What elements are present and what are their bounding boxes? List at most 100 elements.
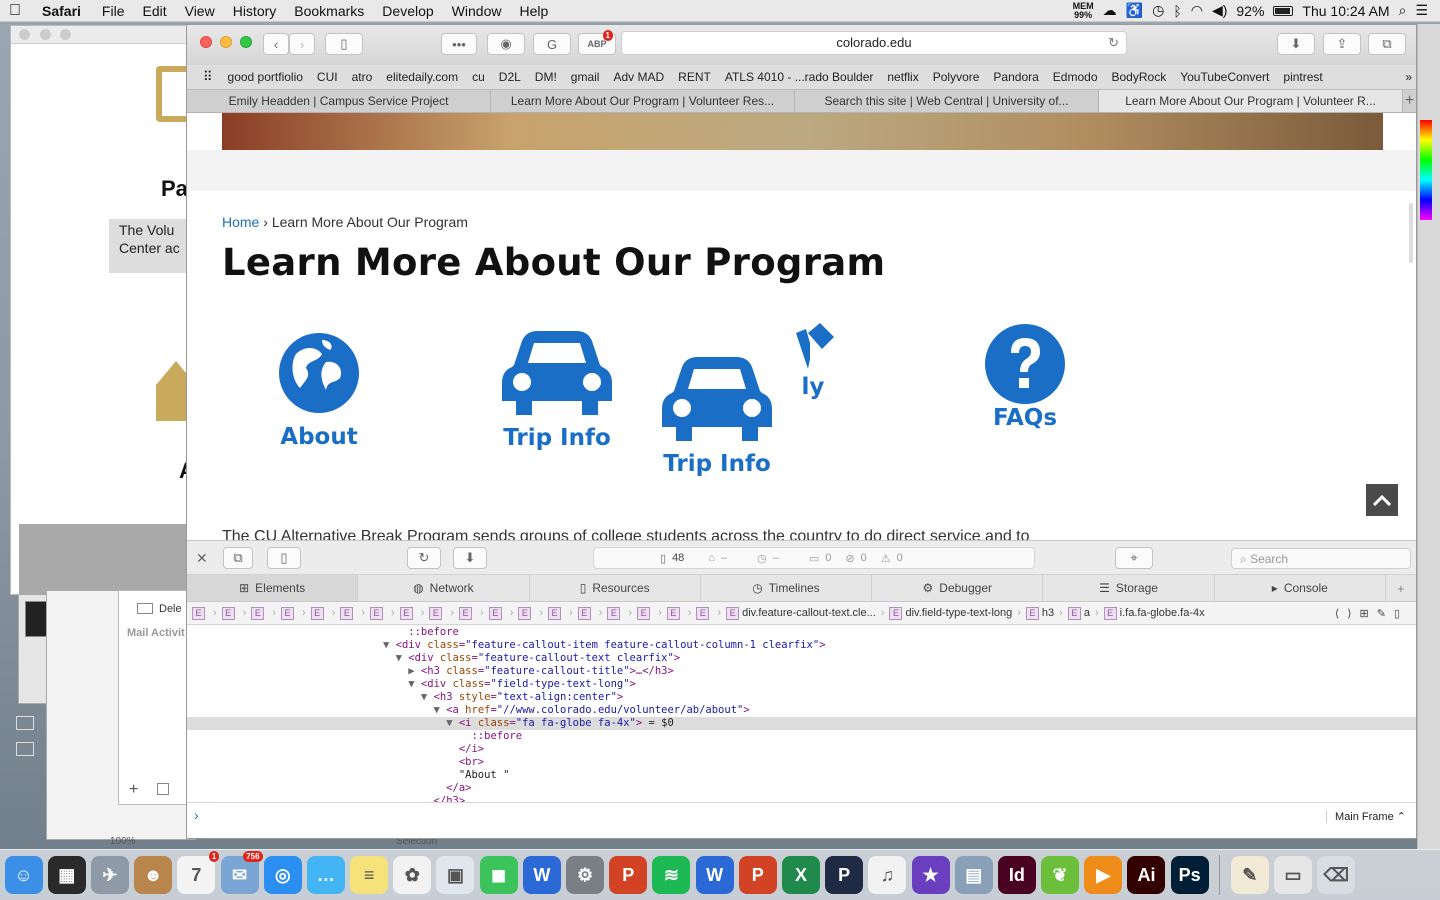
element-crumb-icon[interactable]: E bbox=[488, 606, 502, 620]
dropdown-icon[interactable] bbox=[157, 783, 169, 795]
textedit-icon[interactable]: ✎ bbox=[1230, 856, 1269, 894]
downloads-button[interactable]: ⬇ bbox=[1277, 33, 1315, 55]
wifi-icon[interactable]: ◠ bbox=[1191, 2, 1203, 19]
devtools-tab-network[interactable]: ◍ Network bbox=[358, 575, 530, 601]
menu-help[interactable]: Help bbox=[510, 3, 557, 19]
finder-icon[interactable]: ☺ bbox=[4, 856, 43, 894]
disclosure-triangle-icon[interactable]: ▼ bbox=[408, 678, 421, 690]
share-button[interactable]: ⇪ bbox=[1323, 33, 1361, 55]
favorite-link[interactable]: elitedaily.com bbox=[379, 70, 465, 84]
favorite-link[interactable]: DM! bbox=[528, 70, 564, 84]
apple-menu-icon[interactable]:  bbox=[0, 2, 30, 20]
element-crumb-icon[interactable]: E bbox=[310, 606, 324, 620]
calendar-icon[interactable]: 71 bbox=[177, 851, 220, 894]
favorite-link[interactable]: cu bbox=[465, 70, 492, 84]
console-prompt[interactable]: › Main Frame ⌃ bbox=[187, 802, 1416, 829]
devtools-tab-elements[interactable]: ⊞ Elements bbox=[187, 575, 359, 601]
side-tool-icon[interactable] bbox=[16, 716, 34, 730]
activity-viewer[interactable]: ▯ 48 ⌂ – ◷ – ▭ 0 ⊘ 0 ⚠ 0 bbox=[593, 547, 1035, 569]
element-crumb-icon[interactable]: E bbox=[370, 606, 384, 620]
memory-indicator[interactable]: MEM 99% bbox=[1073, 1, 1094, 20]
browser-tab[interactable]: Learn More About Our Program | Volunteer… bbox=[491, 90, 795, 112]
contacts-icon[interactable]: ☻ bbox=[134, 856, 173, 894]
system-preferences-icon[interactable]: ⚙ bbox=[566, 856, 605, 894]
dom-node[interactable]: ▼ <h3 style="text-align:center"> bbox=[187, 691, 1416, 704]
element-crumb-icon[interactable]: E bbox=[696, 606, 710, 620]
favorite-link[interactable]: YouTubeConvert bbox=[1173, 70, 1276, 84]
dom-node[interactable]: </i> bbox=[187, 743, 1416, 756]
back-button[interactable]: ‹ bbox=[263, 33, 289, 55]
photoshop-icon[interactable]: Ps bbox=[1170, 856, 1209, 894]
reload-icon[interactable]: ↻ bbox=[1108, 32, 1119, 54]
dom-node[interactable]: ▶ <h3 class="feature-callout-title">…</h… bbox=[187, 665, 1416, 678]
crumb-tools[interactable]: ⟨⟩⊞✎▯ bbox=[1335, 607, 1416, 620]
devtools-tab-debugger[interactable]: ⚙ Debugger bbox=[872, 575, 1044, 601]
inspect-element-button[interactable]: ⌖ bbox=[1115, 547, 1153, 569]
address-bar[interactable]: colorado.edu ↻ bbox=[621, 31, 1127, 55]
spotlight-icon[interactable]: ⌕ bbox=[1399, 2, 1407, 19]
menu-file[interactable]: File bbox=[93, 3, 134, 19]
menu-bookmarks[interactable]: Bookmarks bbox=[285, 3, 373, 19]
dom-crumb[interactable]: i.fa.fa-globe.fa-4x bbox=[1120, 607, 1205, 619]
new-tab-button[interactable]: + bbox=[1403, 90, 1416, 112]
creative-cloud-icon[interactable]: ☁ bbox=[1103, 2, 1117, 19]
dom-node[interactable]: ▼ <div class="feature-callout-item featu… bbox=[187, 639, 1416, 652]
add-tab-button[interactable]: + bbox=[1386, 575, 1416, 601]
tabs-overview-button[interactable]: ⧉ bbox=[1368, 33, 1406, 55]
callout-faqs[interactable]: FAQs bbox=[975, 323, 1075, 431]
excel-icon[interactable]: X bbox=[781, 856, 820, 894]
illustrator-icon[interactable]: Ai bbox=[1127, 856, 1166, 894]
disclosure-triangle-icon[interactable]: ▼ bbox=[421, 691, 434, 703]
close-devtools-icon[interactable]: ✕ bbox=[196, 550, 208, 567]
disclosure-triangle-icon[interactable]: ▼ bbox=[383, 639, 396, 651]
dom-node[interactable]: ▼ <a href="//www.colorado.edu/volunteer/… bbox=[187, 704, 1416, 717]
dom-crumb[interactable]: div.field-type-text-long bbox=[905, 607, 1012, 619]
launchpad-icon[interactable]: ✈ bbox=[90, 856, 129, 894]
vlc-icon[interactable]: ▶ bbox=[1084, 856, 1123, 894]
element-crumb-icon[interactable]: E bbox=[251, 606, 265, 620]
element-crumb-icon[interactable]: E bbox=[607, 606, 621, 620]
dom-node[interactable]: </a> bbox=[187, 782, 1416, 795]
menu-view[interactable]: View bbox=[176, 3, 224, 19]
favorite-link[interactable]: netflix bbox=[880, 70, 925, 84]
element-crumb-icon[interactable]: E bbox=[459, 606, 473, 620]
side-tool-icon-2[interactable] bbox=[16, 742, 34, 756]
minimize-window-button[interactable] bbox=[220, 36, 232, 48]
browser-tab[interactable]: Learn More About Our Program | Volunteer… bbox=[1099, 90, 1403, 112]
element-crumb-icon[interactable]: E bbox=[399, 606, 413, 620]
spotify-icon[interactable]: ≋ bbox=[652, 856, 691, 894]
image-capture-icon[interactable]: ▤ bbox=[954, 856, 993, 894]
imovie-icon[interactable]: ★ bbox=[911, 856, 950, 894]
disclosure-triangle-icon[interactable]: ▼ bbox=[446, 717, 459, 729]
forward-button[interactable]: › bbox=[289, 33, 315, 55]
itunes-icon[interactable]: ♫ bbox=[868, 856, 907, 894]
favorites-overflow-icon[interactable]: » bbox=[1398, 70, 1416, 84]
download-archive-button[interactable]: ⬇ bbox=[453, 547, 487, 569]
grammarly-extension-icon[interactable]: G bbox=[533, 33, 571, 55]
messages-icon[interactable]: … bbox=[306, 856, 345, 894]
notification-center-icon[interactable]: ☰ bbox=[1415, 2, 1428, 19]
dom-node[interactable]: ▼ <div class="feature-callout-text clear… bbox=[187, 652, 1416, 665]
menu-history[interactable]: History bbox=[224, 3, 286, 19]
word-2-icon[interactable]: W bbox=[695, 856, 734, 894]
element-crumb-icon[interactable]: E bbox=[577, 606, 591, 620]
devtools-tab-console[interactable]: ▸ Console bbox=[1215, 575, 1386, 601]
favorite-link[interactable]: gmail bbox=[564, 70, 607, 84]
favorite-link[interactable]: RENT bbox=[671, 70, 718, 84]
powerpoint-icon[interactable]: P bbox=[609, 856, 648, 894]
dashboard-icon[interactable]: ▦ bbox=[47, 856, 86, 894]
element-crumb-icon[interactable]: E bbox=[221, 606, 235, 620]
callout-trip-info-dragging[interactable]: Trip Info bbox=[652, 357, 782, 477]
leaf-icon[interactable]: ❦ bbox=[1041, 856, 1080, 894]
browser-tab[interactable]: Emily Headden | Campus Service Project bbox=[187, 90, 491, 112]
favorite-link[interactable]: good portfiolio bbox=[221, 70, 310, 84]
favorite-link[interactable]: Edmodo bbox=[1046, 70, 1105, 84]
undock-button[interactable]: ⧉ bbox=[223, 547, 253, 569]
devtools-search-field[interactable]: ⌕ Search bbox=[1231, 548, 1411, 569]
close-window-button[interactable] bbox=[200, 36, 212, 48]
element-crumb-icon[interactable]: E bbox=[281, 606, 295, 620]
add-icon[interactable]: + bbox=[129, 781, 138, 799]
element-crumb-icon[interactable]: E bbox=[637, 606, 651, 620]
disclosure-triangle-icon[interactable]: ▶ bbox=[408, 665, 421, 677]
dom-node[interactable]: ▼ <i class="fa fa-globe fa-4x"> = $0 bbox=[187, 717, 1416, 730]
